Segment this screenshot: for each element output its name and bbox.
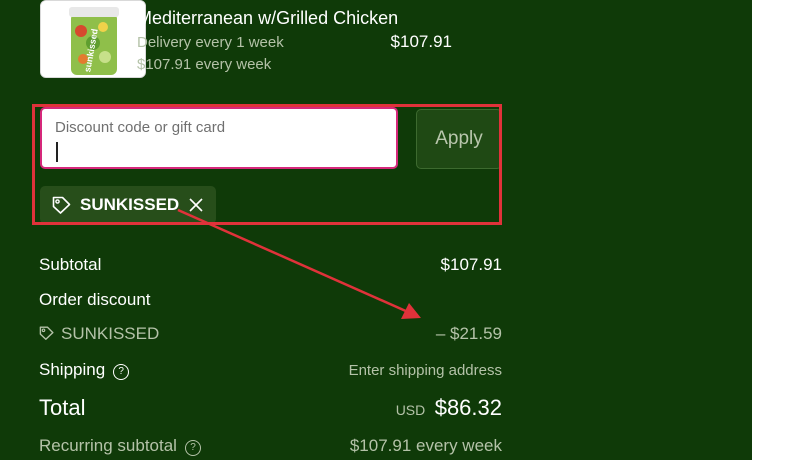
subtotal-label: Subtotal — [39, 255, 102, 274]
order-discount-label: Order discount — [39, 290, 151, 309]
product-price: $107.91 — [390, 32, 452, 51]
subtotal-value: $107.91 — [440, 255, 502, 274]
recurring-price: $107.91 every week — [137, 56, 272, 73]
product-name: Mediterranean w/Grilled Chicken — [137, 8, 399, 28]
total-value: $86.32 — [434, 395, 502, 420]
annotation-highlight-box — [32, 104, 502, 225]
question-circle-icon[interactable]: ? — [113, 364, 130, 380]
total-row: USD $86.32 — [396, 395, 502, 421]
recurring-subtotal-label: Recurring subtotal — [39, 436, 177, 455]
currency-code: USD — [395, 402, 426, 418]
recurring-subtotal-row: Recurring subtotal? — [39, 436, 201, 456]
delivery-frequency: Delivery every 1 week — [137, 34, 284, 51]
product-thumbnail: sunkissed g — [40, 0, 146, 78]
total-label: Total — [39, 395, 86, 420]
recurring-subtotal-value: $107.91 every week — [349, 436, 502, 455]
question-circle-icon[interactable]: ? — [184, 440, 201, 456]
shipping-label: Shipping — [39, 360, 106, 379]
checkout-summary-panel: sunkissed g Mediterranean w/Grilled Chic… — [0, 0, 752, 460]
discount-code-text: SUNKISSED — [61, 324, 160, 343]
shipping-value: Enter shipping address — [348, 362, 502, 379]
tag-icon — [39, 326, 54, 340]
discount-code-row: SUNKISSED — [39, 324, 159, 344]
discount-amount: – $21.59 — [435, 324, 502, 343]
shipping-row: Shipping? — [39, 360, 130, 380]
product-jar-image: sunkissed — [41, 1, 145, 77]
